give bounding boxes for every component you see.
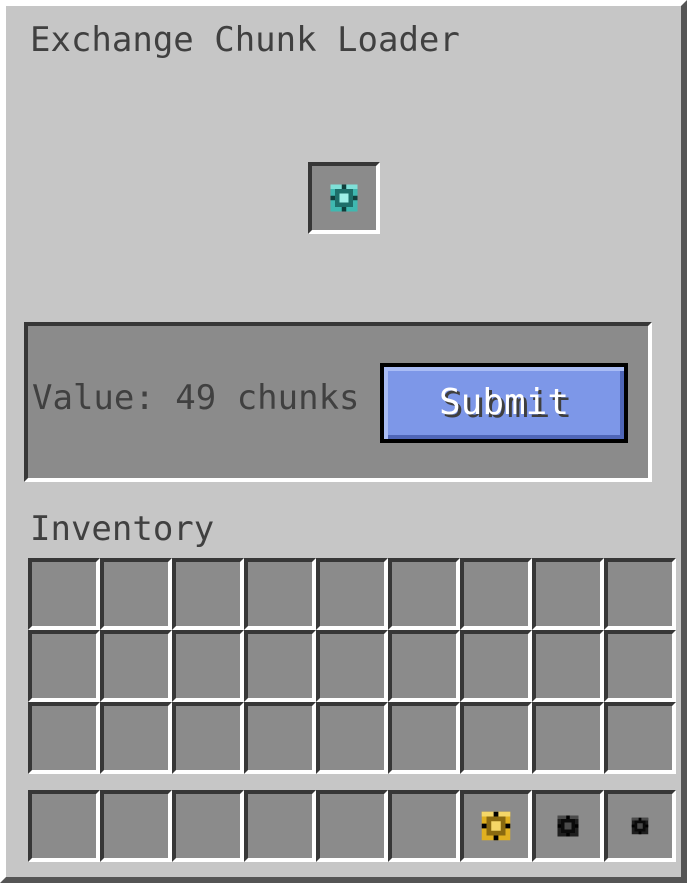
chunk-loader-window: Exchange Chunk Loader Value: 49 chunks S… — [0, 0, 687, 883]
gold-chunk-loader-icon — [481, 811, 511, 841]
inventory-slot[interactable] — [28, 630, 100, 702]
inventory-slot[interactable] — [316, 558, 388, 630]
inventory-slot[interactable] — [316, 630, 388, 702]
inventory-slot[interactable] — [388, 702, 460, 774]
inventory-slot[interactable] — [172, 702, 244, 774]
inventory-slot[interactable] — [244, 630, 316, 702]
inventory-label: Inventory — [30, 509, 215, 549]
inventory-slot[interactable] — [388, 558, 460, 630]
inventory-slot[interactable] — [100, 558, 172, 630]
value-panel: Value: 49 chunks Submit — [24, 322, 652, 482]
small-black-chunk-loader-icon — [631, 817, 649, 835]
hotbar-slot[interactable] — [28, 790, 100, 862]
inventory-slot[interactable] — [604, 702, 676, 774]
inventory-slot[interactable] — [28, 702, 100, 774]
inventory-slot[interactable] — [532, 630, 604, 702]
inventory-slot[interactable] — [316, 702, 388, 774]
chunk-value-label: Value: 49 chunks — [32, 378, 360, 418]
inventory-grid — [28, 558, 676, 774]
inventory-slot[interactable] — [28, 558, 100, 630]
inventory-slot[interactable] — [604, 558, 676, 630]
hotbar-slot[interactable] — [460, 790, 532, 862]
black-chunk-loader-icon — [557, 815, 579, 837]
inventory-slot[interactable] — [604, 630, 676, 702]
window-title: Exchange Chunk Loader — [30, 20, 460, 60]
chunk-loader-slot[interactable] — [308, 162, 380, 234]
hotbar-slot[interactable] — [100, 790, 172, 862]
inventory-slot[interactable] — [460, 558, 532, 630]
hotbar-slot[interactable] — [532, 790, 604, 862]
hotbar-slot[interactable] — [244, 790, 316, 862]
inventory-slot[interactable] — [172, 558, 244, 630]
inventory-slot[interactable] — [460, 630, 532, 702]
hotbar-grid — [28, 790, 676, 862]
exchange-chunk-loader-icon — [330, 184, 358, 212]
hotbar-slot[interactable] — [388, 790, 460, 862]
hotbar-slot[interactable] — [172, 790, 244, 862]
inventory-slot[interactable] — [244, 558, 316, 630]
inventory-slot[interactable] — [532, 702, 604, 774]
hotbar-slot[interactable] — [604, 790, 676, 862]
inventory-slot[interactable] — [532, 558, 604, 630]
inventory-slot[interactable] — [244, 702, 316, 774]
inventory-slot[interactable] — [100, 630, 172, 702]
inventory-slot[interactable] — [460, 702, 532, 774]
inventory-slot[interactable] — [100, 702, 172, 774]
inventory-slot[interactable] — [172, 630, 244, 702]
hotbar-slot[interactable] — [316, 790, 388, 862]
inventory-slot[interactable] — [388, 630, 460, 702]
submit-button[interactable]: Submit — [380, 363, 628, 443]
